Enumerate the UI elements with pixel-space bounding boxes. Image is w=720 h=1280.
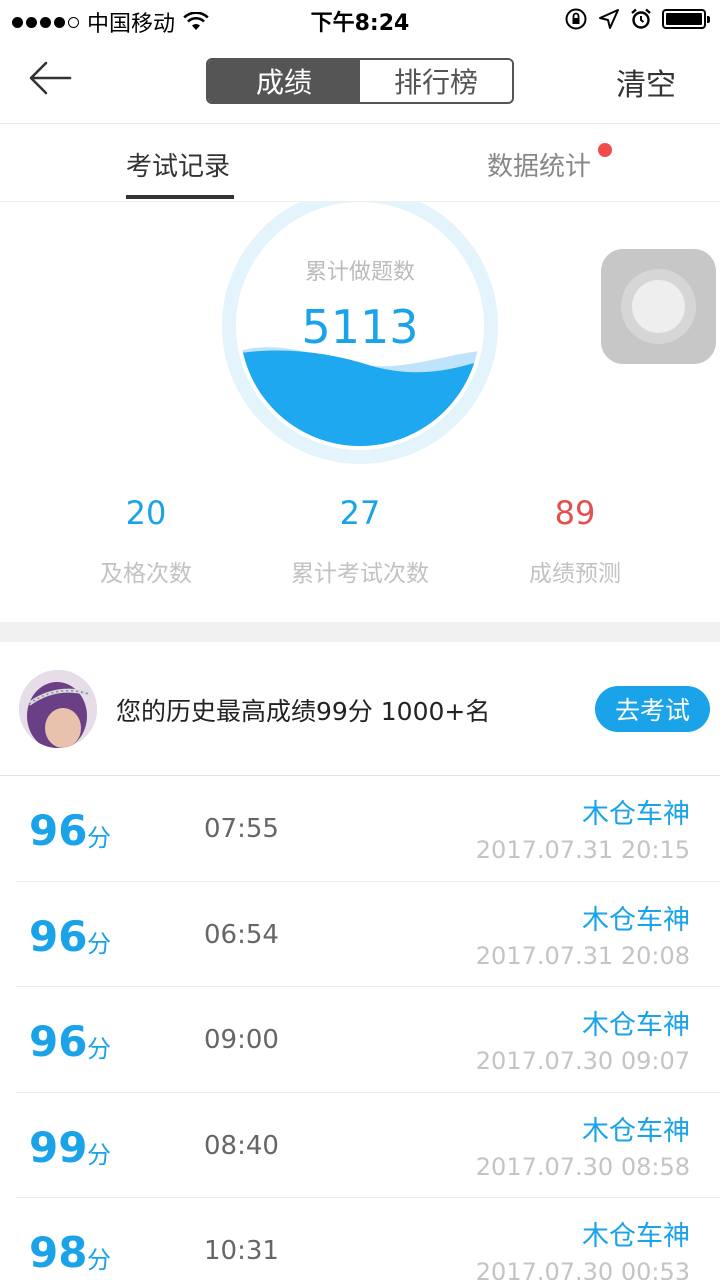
metric-value: 27	[339, 494, 381, 532]
metric-label: 累计考试次数	[291, 561, 429, 587]
record-duration: 10:31	[204, 1236, 279, 1266]
metric-value: 20	[125, 494, 167, 532]
take-exam-button[interactable]: 去考试	[595, 686, 710, 732]
record-duration: 08:40	[204, 1130, 279, 1161]
record-duration: 07:55	[204, 814, 279, 844]
assistive-touch-icon[interactable]	[601, 249, 716, 364]
battery-icon	[662, 9, 710, 29]
tab-data-statistics[interactable]: 数据统计	[487, 146, 591, 183]
arrow-left-icon	[29, 61, 72, 95]
record-date: 2017.07.30 00:53	[475, 1258, 690, 1280]
metric-value: 89	[554, 494, 596, 532]
nav-bar: 成绩 排行榜 清空	[0, 40, 720, 124]
record-username: 木仓车神	[582, 1221, 690, 1252]
record-score: 96	[29, 911, 88, 961]
list-item[interactable]: 96 分 06:54 木仓车神 2017.07.31 20:08	[16, 882, 720, 987]
best-score-text: 您的历史最高成绩99分 1000+名	[116, 697, 491, 726]
record-username: 木仓车神	[582, 799, 690, 830]
tab-exam-records[interactable]: 考试记录	[126, 146, 230, 183]
back-button[interactable]	[28, 58, 76, 98]
record-score-unit: 分	[87, 929, 111, 958]
record-score-unit: 分	[87, 1246, 111, 1274]
status-right	[564, 7, 710, 31]
metric-exam-count: 27 累计考试次数	[240, 494, 480, 588]
segment-ranking[interactable]: 排行榜	[360, 60, 512, 102]
list-item[interactable]: 98 分 10:31 木仓车神 2017.07.30 00:53	[16, 1198, 720, 1280]
list-item[interactable]: 99 分 08:40 木仓车神 2017.07.30 08:58	[16, 1093, 720, 1198]
record-username: 木仓车神	[582, 904, 690, 936]
stats-panel: 累计做题数 5113 20 及格次数 27 累计考试次数 89 成绩预测	[0, 202, 720, 622]
record-date: 2017.07.30 09:07	[475, 1047, 690, 1075]
record-score-unit: 分	[87, 1140, 111, 1169]
status-bar: 中国移动 下午8:24	[0, 0, 720, 40]
record-date: 2017.07.31 20:08	[475, 941, 690, 970]
record-username: 木仓车神	[582, 1010, 690, 1041]
notification-badge-dot	[598, 143, 612, 157]
record-score-unit: 分	[87, 1035, 111, 1063]
tab-active-indicator	[126, 195, 234, 199]
record-score: 98	[29, 1228, 88, 1277]
rotation-lock-icon	[565, 8, 587, 30]
exam-records-list: 96 分 07:55 木仓车神 2017.07.31 20:15 96 分 06…	[0, 776, 720, 1280]
record-score: 96	[29, 1017, 88, 1066]
record-score: 99	[29, 1122, 88, 1172]
list-item[interactable]: 96 分 07:55 木仓车神 2017.07.31 20:15	[16, 776, 720, 882]
avatar[interactable]	[19, 670, 97, 748]
total-questions-label: 累计做题数	[304, 260, 415, 285]
metric-label: 成绩预测	[529, 561, 621, 587]
record-date: 2017.07.30 08:58	[475, 1152, 690, 1181]
best-score-row: 您的历史最高成绩99分 1000+名 去考试	[0, 642, 720, 776]
total-questions-value: 5113	[301, 300, 419, 354]
record-score-unit: 分	[87, 824, 111, 852]
segment-scores[interactable]: 成绩	[208, 60, 360, 102]
list-item[interactable]: 96 分 09:00 木仓车神 2017.07.30 09:07	[16, 987, 720, 1093]
record-score: 96	[29, 806, 88, 855]
segmented-control: 成绩 排行榜	[206, 58, 514, 104]
metric-label: 及格次数	[100, 561, 192, 587]
location-arrow-icon	[599, 9, 619, 29]
section-divider	[0, 622, 720, 642]
sub-tabs: 考试记录 数据统计	[0, 124, 720, 202]
avatar-image	[19, 670, 97, 748]
metric-score-prediction: 89 成绩预测	[455, 494, 695, 588]
record-date: 2017.07.31 20:15	[475, 836, 690, 864]
record-duration: 06:54	[204, 919, 279, 950]
record-username: 木仓车神	[582, 1115, 690, 1147]
metric-pass-count: 20 及格次数	[26, 494, 266, 588]
clear-button[interactable]: 清空	[616, 60, 676, 104]
alarm-clock-icon	[631, 8, 651, 29]
record-duration: 09:00	[204, 1025, 279, 1055]
